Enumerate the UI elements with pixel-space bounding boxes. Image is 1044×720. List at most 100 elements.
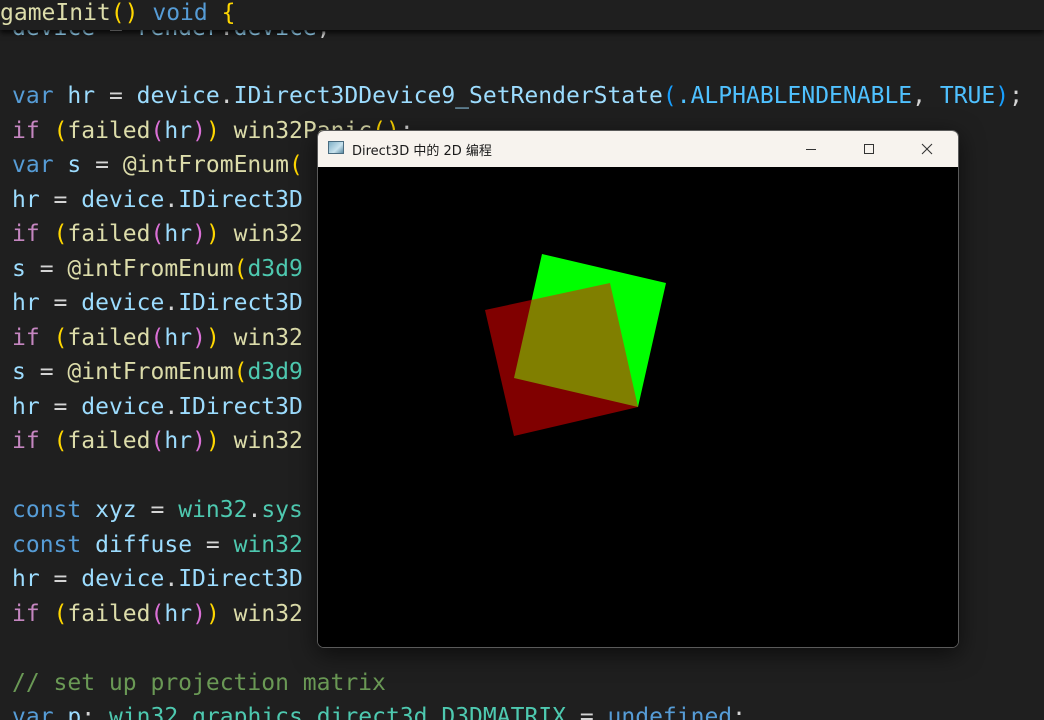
- code-line-17: hr = device.IDirect3D: [12, 563, 303, 595]
- code-token: hr: [164, 118, 193, 144]
- code-token: ): [995, 83, 1010, 109]
- code-token: failed: [67, 325, 151, 351]
- code-token: diffuse: [95, 532, 193, 558]
- code-token: win32: [233, 532, 303, 558]
- code-token: hr: [164, 221, 193, 247]
- code-token: @intFromEnum: [122, 152, 289, 178]
- code-token: s: [12, 359, 26, 385]
- code-token: if: [12, 221, 40, 247]
- code-token: (: [150, 118, 165, 144]
- code-token: IDirect3DDevice9_SetRenderState: [233, 83, 663, 109]
- code-token: =: [25, 359, 68, 385]
- code-line-10: if (failed(hr)) win32: [12, 322, 303, 354]
- code-token: (): [110, 0, 139, 26]
- code-token: =: [39, 394, 82, 420]
- window-title: Direct3D 中的 2D 编程: [352, 144, 492, 159]
- code-token: ): [205, 325, 220, 351]
- code-token: (: [288, 152, 303, 178]
- code-token: win32: [233, 601, 303, 627]
- code-token: p: [67, 704, 82, 720]
- code-token: graphics: [192, 704, 303, 720]
- code-token: .: [219, 83, 234, 109]
- code-token: hr: [164, 428, 193, 454]
- app-window-icon: [328, 141, 344, 154]
- code-token: ;: [732, 704, 747, 720]
- code-token: IDirect3D: [178, 290, 303, 316]
- code-token: =: [81, 152, 123, 178]
- code-token: hr: [164, 601, 193, 627]
- code-token: direct3d: [316, 704, 428, 720]
- code-token: win32: [233, 325, 303, 351]
- code-token: .: [164, 187, 179, 213]
- code-token: .: [302, 704, 317, 720]
- code-token: s: [67, 152, 82, 178]
- code-token: device: [81, 566, 165, 592]
- code-token: IDirect3D: [178, 187, 303, 213]
- code-token: hr: [164, 325, 193, 351]
- code-token: (: [233, 256, 248, 282]
- code-token: D3DMATRIX: [441, 704, 566, 720]
- code-token: ,: [912, 83, 940, 109]
- code-token: hr: [12, 394, 40, 420]
- code-token: =: [565, 704, 608, 720]
- code-token: .: [164, 566, 179, 592]
- code-token: if: [12, 601, 40, 627]
- code-token: device: [136, 83, 220, 109]
- code-token: IDirect3D: [178, 566, 303, 592]
- code-token: ): [205, 428, 220, 454]
- maximize-button[interactable]: [840, 131, 898, 167]
- code-token: =: [95, 83, 137, 109]
- code-token: s: [12, 256, 26, 282]
- code-token: IDirect3D: [178, 394, 303, 420]
- code-token: @intFromEnum: [67, 359, 234, 385]
- code-token: .: [427, 704, 442, 720]
- code-token: d3d9: [247, 256, 303, 282]
- code-token: device: [81, 187, 165, 213]
- code-token: void: [152, 0, 208, 26]
- close-button[interactable]: [898, 131, 956, 167]
- code-line-18: if (failed(hr)) win32: [12, 598, 303, 630]
- code-token: (: [53, 221, 68, 247]
- code-line-20: // set up projection matrix: [12, 670, 386, 696]
- code-token: if: [12, 325, 40, 351]
- close-icon: [921, 143, 933, 155]
- code-token: win32: [233, 428, 303, 454]
- render-viewport[interactable]: [318, 167, 958, 647]
- code-line-15: const xyz = win32.sys: [12, 494, 303, 526]
- code-token: =: [39, 187, 82, 213]
- code-token: :: [81, 704, 109, 720]
- code-token: if: [12, 428, 40, 454]
- code-token: ): [205, 601, 220, 627]
- code-token: var: [12, 152, 54, 178]
- code-token: ): [192, 428, 206, 454]
- code-token: .: [247, 497, 262, 523]
- code-token: hr: [12, 187, 40, 213]
- sticky-header-line: gameInit() void {: [0, 0, 235, 29]
- minimize-button[interactable]: [782, 131, 840, 167]
- code-token: ;: [1009, 83, 1023, 109]
- code-token: const: [12, 532, 82, 558]
- code-line-21: var p: win32.graphics.direct3d.D3DMATRIX…: [12, 701, 746, 720]
- code-token: var: [12, 704, 54, 720]
- code-line-13: if (failed(hr)) win32: [12, 425, 303, 457]
- code-token: =: [192, 532, 234, 558]
- sticky-scroll-header[interactable]: gameInit() void {: [0, 0, 1044, 30]
- code-token: win32: [233, 221, 303, 247]
- code-token: (: [150, 221, 165, 247]
- code-token: @intFromEnum: [67, 256, 234, 282]
- code-token: (: [53, 325, 68, 351]
- code-token: failed: [67, 601, 151, 627]
- window-titlebar[interactable]: Direct3D 中的 2D 编程: [318, 131, 958, 167]
- code-line-16: const diffuse = win32: [12, 529, 303, 561]
- code-token: failed: [67, 221, 151, 247]
- code-token: win32: [178, 497, 248, 523]
- code-token: (: [150, 601, 165, 627]
- code-token: device: [81, 394, 165, 420]
- code-token: hr: [67, 83, 96, 109]
- code-token: d3d9: [247, 359, 303, 385]
- direct3d-window[interactable]: Direct3D 中的 2D 编程: [317, 130, 959, 648]
- code-token: device: [81, 290, 165, 316]
- code-token: undefined: [607, 704, 733, 720]
- code-token: ): [192, 325, 206, 351]
- code-token: (: [53, 601, 68, 627]
